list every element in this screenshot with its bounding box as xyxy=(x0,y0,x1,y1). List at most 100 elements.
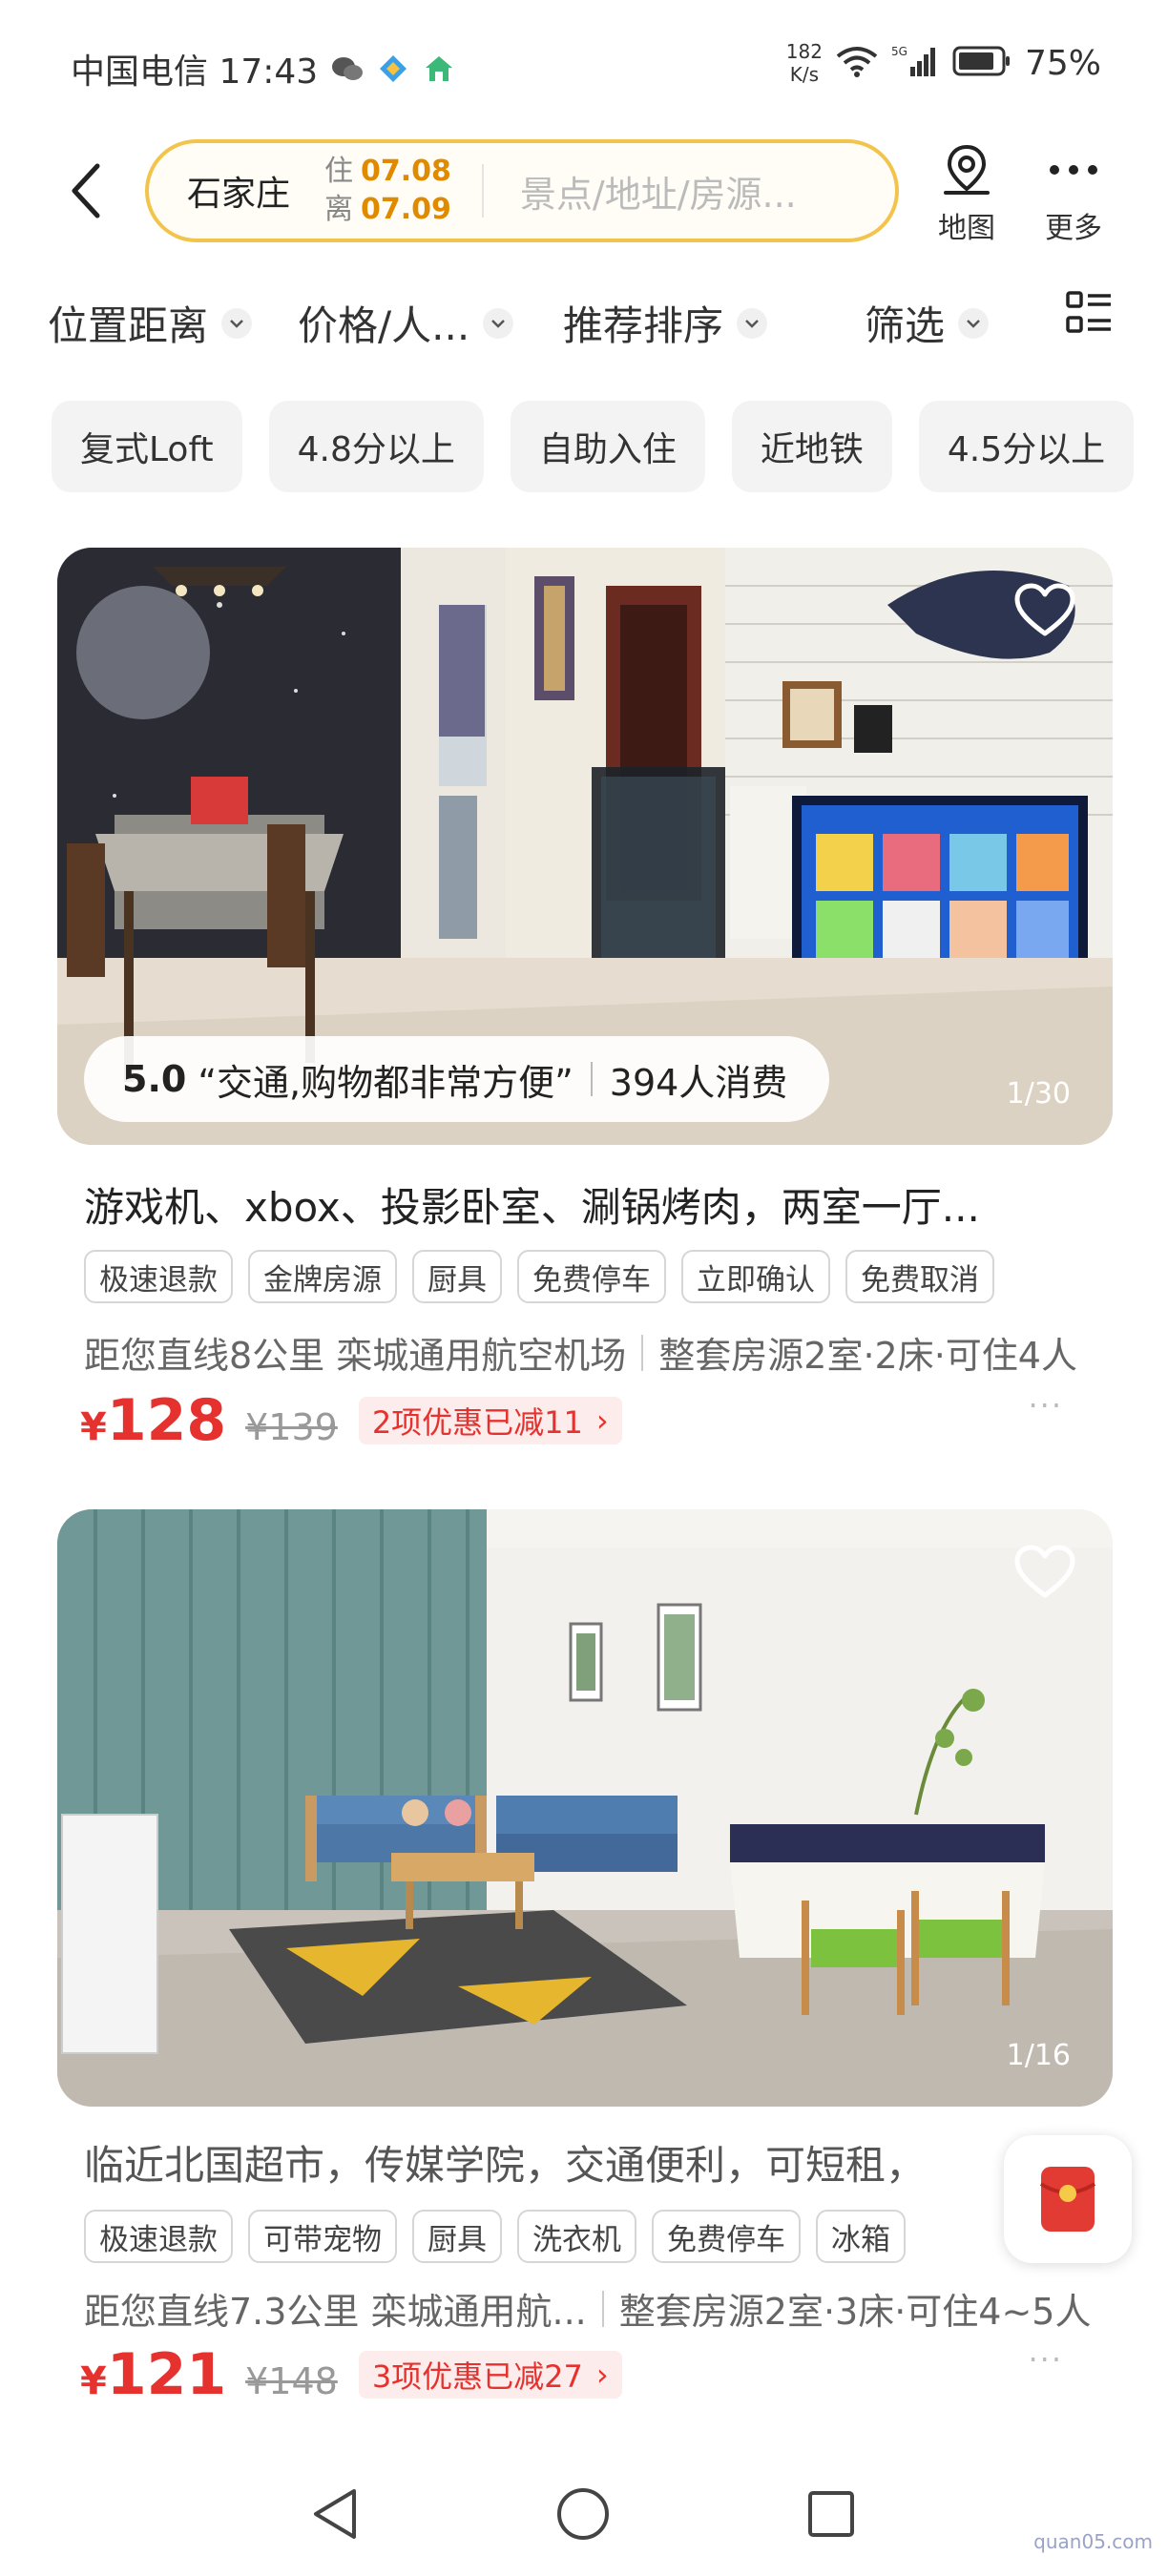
listing-title[interactable]: 游戏机、xbox、投影卧室、涮锅烤肉，两室一厅... xyxy=(84,1175,980,1234)
feature-badge: 金牌房源 xyxy=(248,1250,397,1303)
circle-home-icon xyxy=(557,2488,609,2540)
divider xyxy=(590,1062,593,1096)
chevron-left-icon xyxy=(72,163,100,218)
map-button[interactable]: 地图 xyxy=(924,141,1010,246)
favorite-button[interactable] xyxy=(1013,1544,1076,1605)
heart-icon xyxy=(1014,583,1075,636)
header: 石家庄 住 07.08 离 07.09 景点/地址/房源... 地图 更多 xyxy=(0,134,1168,248)
quick-tag-row: 复式Loft 4.8分以上 自助入住 近地铁 4.5分以上 xyxy=(52,401,1135,492)
feature-badge: 免费取消 xyxy=(845,1250,994,1303)
checkout-date: 07.09 xyxy=(361,193,451,226)
listing-card[interactable]: 5.0 “交通,购物都非常方便” 394人消费 1/30 游戏机、xbox、投影… xyxy=(0,548,1168,1464)
wifi-icon xyxy=(836,45,878,81)
listing-photo[interactable]: 1/16 xyxy=(57,1509,1113,2107)
carrier-time: 中国电信 17:43 xyxy=(71,52,319,92)
city-selector[interactable]: 石家庄 xyxy=(187,166,311,216)
chevron-down-icon xyxy=(958,307,990,339)
svg-text:5G: 5G xyxy=(891,45,907,58)
chevron-right-icon: › xyxy=(595,1402,609,1439)
quick-tag[interactable]: 复式Loft xyxy=(52,401,242,492)
filter-row: 位置距离 价格/人... 推荐排序 筛选 xyxy=(0,284,1168,361)
listing-card[interactable]: 1/16 临近北国超市，传媒学院，交通便利，可短租， 极速退款 可带宠物 厨具 … xyxy=(0,1509,1168,2425)
original-price: ¥148 xyxy=(245,2360,338,2402)
quick-tag[interactable]: 自助入住 xyxy=(510,401,705,492)
feature-badge: 免费停车 xyxy=(517,1250,666,1303)
divider xyxy=(601,2290,604,2327)
filter-price[interactable]: 价格/人... xyxy=(298,294,514,352)
listing-info: 距您直线7.3公里 栾城通用航... 整套房源2室·3床·可住4~5人 xyxy=(84,2282,1091,2335)
listing-title[interactable]: 临近北国超市，传媒学院，交通便利，可短租， xyxy=(84,2133,926,2192)
triangle-back-icon xyxy=(314,2489,356,2539)
room-info: 整套房源2室·2床·可住4人 xyxy=(658,1335,1077,1377)
promo-discount[interactable]: 3项优惠已减27 › xyxy=(358,2351,622,2399)
feature-badge: 厨具 xyxy=(412,2210,502,2263)
feature-badge: 洗衣机 xyxy=(517,2210,636,2263)
price-row: ¥121 ¥148 3项优惠已减27 › xyxy=(80,2341,622,2408)
feature-badge: 冰箱 xyxy=(816,2210,906,2263)
nav-home-button[interactable] xyxy=(550,2481,616,2547)
status-bar: 中国电信 17:43 182 K/s 5G 75% xyxy=(0,0,1168,134)
quick-tag[interactable]: 4.5分以上 xyxy=(918,401,1135,492)
feature-badge: 厨具 xyxy=(412,1250,502,1303)
review-summary[interactable]: 5.0 “交通,购物都非常方便” 394人消费 xyxy=(84,1036,830,1122)
more-options-button[interactable]: ··· xyxy=(1028,1387,1063,1423)
listing-photo[interactable]: 5.0 “交通,购物都非常方便” 394人消费 1/30 xyxy=(57,548,1113,1145)
battery-icon xyxy=(952,45,1012,81)
photo-counter: 1/16 xyxy=(1006,2039,1071,2072)
list-view-icon xyxy=(1066,291,1111,333)
wechat-icon xyxy=(331,52,364,85)
filter-location[interactable]: 位置距离 xyxy=(48,294,253,352)
battery-percent: 75% xyxy=(1024,43,1101,83)
heart-icon xyxy=(1014,1545,1075,1598)
current-price: ¥121 xyxy=(80,2341,227,2408)
filter-sort[interactable]: 推荐排序 xyxy=(563,294,768,352)
review-score: 5.0 xyxy=(122,1058,187,1100)
network-speed: 182 K/s xyxy=(785,40,823,86)
nav-recents-button[interactable] xyxy=(798,2481,865,2547)
chevron-down-icon xyxy=(483,307,514,339)
feature-badge: 极速退款 xyxy=(84,1250,233,1303)
feature-badge: 极速退款 xyxy=(84,2210,233,2263)
room-info: 整套房源2室·3床·可住4~5人 xyxy=(618,2291,1092,2333)
chevron-down-icon xyxy=(221,307,253,339)
search-box[interactable]: 石家庄 住 07.08 离 07.09 景点/地址/房源... xyxy=(145,139,899,242)
checkin-date: 07.08 xyxy=(361,155,451,188)
chevron-right-icon: › xyxy=(595,2357,609,2393)
photo-counter: 1/30 xyxy=(1006,1077,1071,1111)
list-view-toggle[interactable] xyxy=(1065,288,1115,338)
review-count: 394人消费 xyxy=(609,1061,788,1104)
divider xyxy=(641,1334,644,1371)
back-button[interactable] xyxy=(57,157,115,224)
square-recents-icon xyxy=(808,2491,854,2537)
signal-5g-icon: 5G xyxy=(891,44,939,82)
app-notification-icon xyxy=(377,52,409,85)
chevron-down-icon xyxy=(737,307,768,339)
quick-tag[interactable]: 近地铁 xyxy=(731,401,892,492)
more-dots-icon xyxy=(1050,165,1097,175)
quick-tag[interactable]: 4.8分以上 xyxy=(268,401,484,492)
date-selector[interactable]: 住 07.08 离 07.09 xyxy=(324,153,451,229)
filter-screen[interactable]: 筛选 xyxy=(865,294,990,352)
badge-row: 极速退款 可带宠物 厨具 洗衣机 免费停车 冰箱 xyxy=(84,2210,906,2263)
divider xyxy=(481,164,484,218)
promo-discount[interactable]: 2项优惠已减11 › xyxy=(358,1397,622,1444)
price-row: ¥128 ¥139 2项优惠已减11 › xyxy=(80,1387,622,1454)
more-options-button[interactable]: ··· xyxy=(1028,2341,1063,2378)
more-button[interactable]: 更多 xyxy=(1031,141,1116,246)
original-price: ¥139 xyxy=(245,1406,338,1448)
listing-info: 距您直线8公里 栾城通用航空机场 整套房源2室·2床·可住4人 xyxy=(84,1326,1077,1379)
search-input[interactable]: 景点/地址/房源... xyxy=(520,165,797,218)
feature-badge: 免费停车 xyxy=(652,2210,801,2263)
distance-text: 距您直线7.3公里 栾城通用航... xyxy=(84,2291,587,2333)
living-room-photo xyxy=(57,1509,1113,2107)
system-nav-bar xyxy=(0,2442,1168,2576)
home-app-icon xyxy=(423,52,455,85)
watermark-text: quan05.com xyxy=(1033,2530,1153,2553)
review-quote: “交通,购物都非常方便” xyxy=(198,1061,574,1104)
favorite-button[interactable] xyxy=(1013,582,1076,643)
red-packet-icon xyxy=(1039,2167,1096,2232)
feature-badge: 可带宠物 xyxy=(248,2210,397,2263)
red-packet-button[interactable] xyxy=(1004,2135,1132,2263)
map-pin-icon xyxy=(944,144,990,195)
nav-back-button[interactable] xyxy=(302,2481,368,2547)
